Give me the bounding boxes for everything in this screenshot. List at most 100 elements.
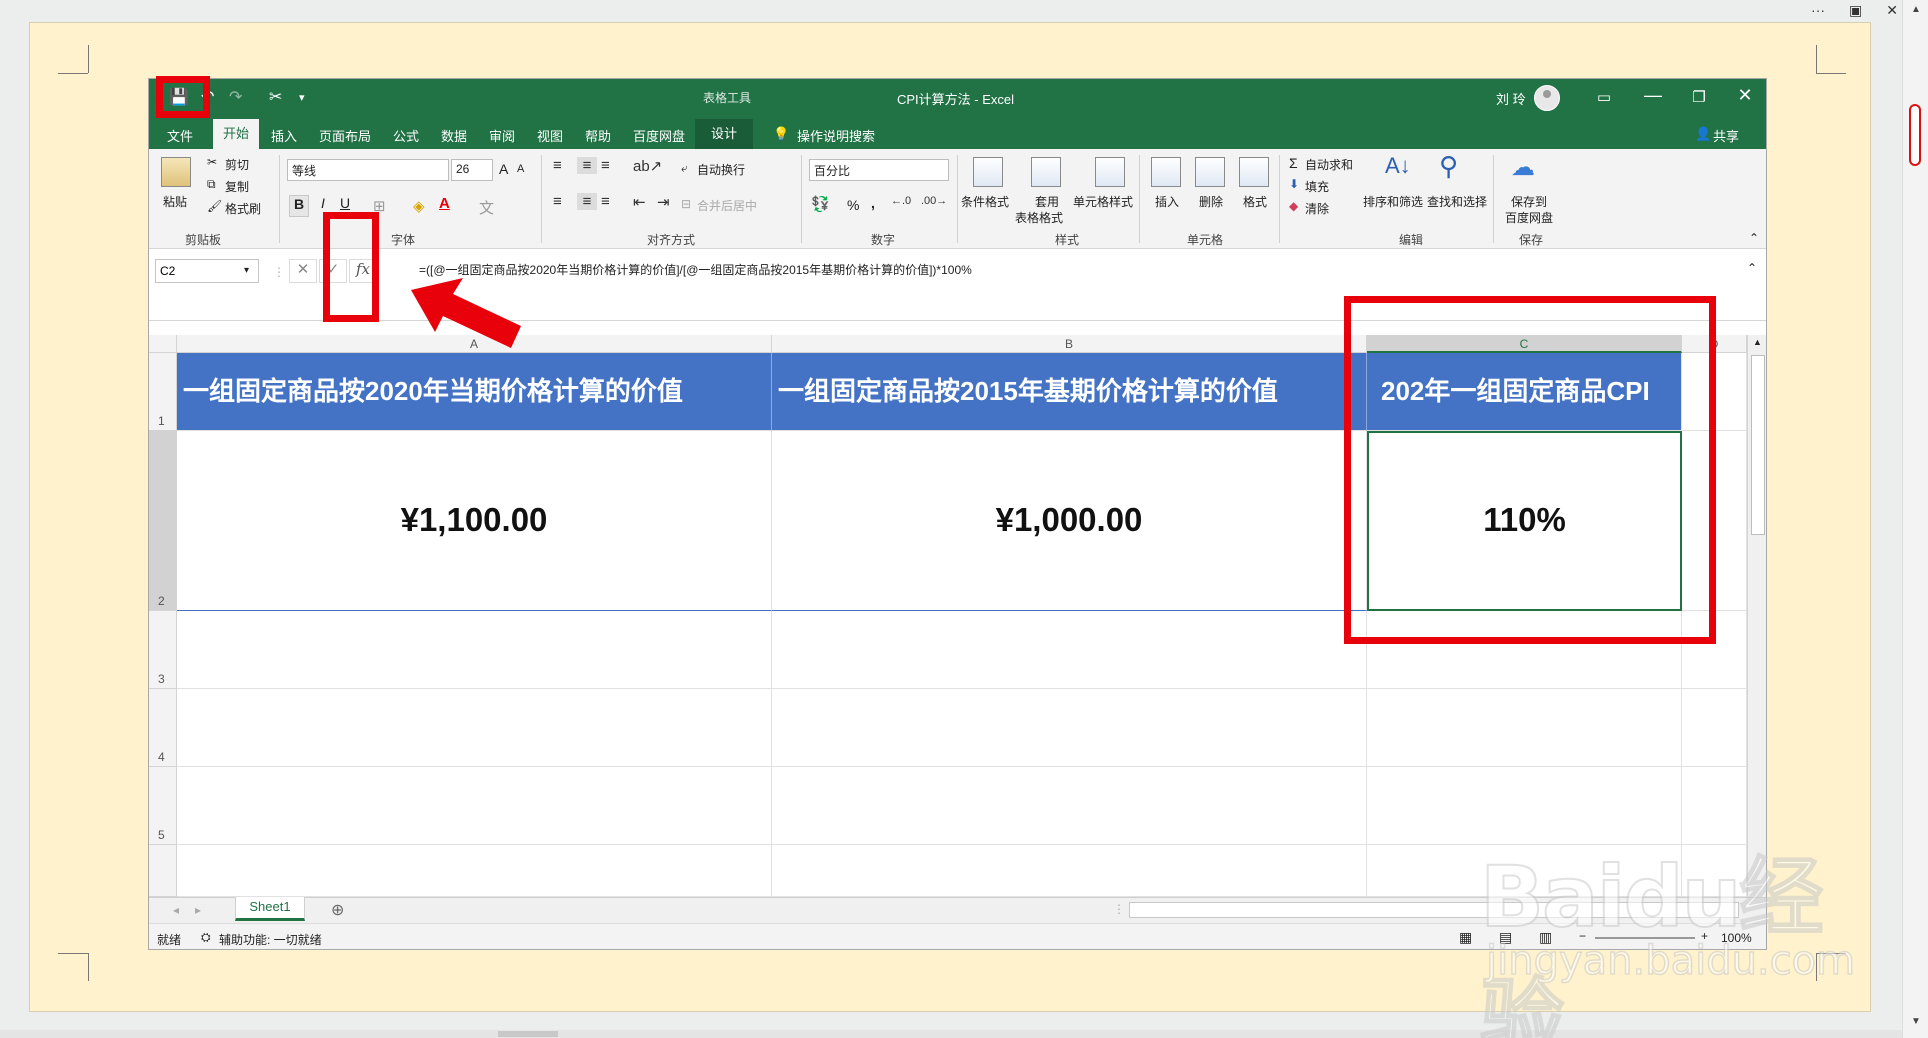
copy-button[interactable]: 复制	[225, 178, 249, 195]
name-box-dropdown-icon[interactable]: ▾	[244, 265, 249, 276]
font-size-select[interactable]: 26	[451, 159, 493, 181]
format-cells-icon[interactable]	[1239, 157, 1269, 187]
ribbon-display-icon[interactable]: ▭	[1584, 88, 1624, 106]
share-button[interactable]: 共享	[1713, 126, 1739, 145]
maximize-icon[interactable]: ❐	[1679, 88, 1719, 106]
delete-cells-button[interactable]: 删除	[1199, 193, 1223, 210]
formula-bar-collapse-icon[interactable]: ⌃	[1747, 261, 1757, 275]
table-format-label-1[interactable]: 套用	[1035, 193, 1059, 210]
align-bottom-icon[interactable]: ≡	[601, 157, 610, 174]
cut-button[interactable]: 剪切	[225, 156, 249, 173]
prev-sheet-icon[interactable]: ◂	[173, 903, 179, 917]
tab-insert[interactable]: 插入	[271, 126, 297, 145]
fill-button[interactable]: 填充	[1305, 178, 1329, 195]
hscroll-thumb[interactable]	[498, 1031, 558, 1037]
baidu-disk-icon[interactable]: ☁	[1511, 153, 1535, 182]
sheet-vertical-scrollbar[interactable]: ▲	[1747, 335, 1766, 897]
column-header-b[interactable]: B	[772, 335, 1367, 353]
user-name[interactable]: 刘 玲	[1496, 89, 1526, 108]
autosum-button[interactable]: 自动求和	[1305, 156, 1353, 173]
tab-data[interactable]: 数据	[441, 126, 467, 145]
delete-cells-icon[interactable]	[1195, 157, 1225, 187]
tell-me-search[interactable]: 操作说明搜索	[797, 126, 875, 145]
add-sheet-icon[interactable]: ⊕	[331, 900, 344, 920]
row-header-5[interactable]: 5	[149, 767, 177, 845]
row-header-4[interactable]: 4	[149, 689, 177, 767]
collapse-ribbon-icon[interactable]: ⌃	[1749, 231, 1759, 245]
tab-help[interactable]: 帮助	[585, 126, 611, 145]
merge-center-button[interactable]: 合并后居中	[697, 197, 757, 214]
indent-decrease-icon[interactable]: ⇤	[633, 193, 646, 211]
sheet-tab-sheet1[interactable]: Sheet1	[235, 897, 305, 921]
merge-icon[interactable]: ⊟	[681, 197, 691, 211]
cell-empty[interactable]	[772, 767, 1367, 845]
copy-icon[interactable]: ⧉	[207, 177, 216, 192]
cell-empty[interactable]	[177, 767, 772, 845]
fill-icon[interactable]: ⬇	[1289, 177, 1299, 191]
conditional-format-button[interactable]: 条件格式	[961, 193, 1009, 210]
tab-baidu-disk[interactable]: 百度网盘	[633, 126, 685, 145]
bold-button[interactable]: B	[289, 195, 309, 217]
normal-view-icon[interactable]: ▦	[1459, 929, 1472, 946]
cell-styles-button[interactable]: 单元格样式	[1073, 193, 1133, 210]
table-format-label-2[interactable]: 表格格式	[1015, 209, 1063, 226]
insert-cells-button[interactable]: 插入	[1155, 193, 1179, 210]
format-painter-icon[interactable]: 🖌	[207, 199, 222, 213]
cell-empty[interactable]	[1682, 689, 1747, 767]
tab-formulas[interactable]: 公式	[393, 126, 419, 145]
autosum-icon[interactable]: Σ	[1289, 155, 1298, 171]
cut-icon[interactable]: ✂	[207, 155, 217, 169]
scroll-up-icon[interactable]: ▲	[1911, 4, 1921, 15]
font-shrink-button[interactable]: A	[517, 163, 524, 175]
comma-button[interactable]: ,	[871, 195, 875, 211]
close-window-icon[interactable]: ✕	[1725, 85, 1765, 106]
fill-color-icon[interactable]: ◈	[413, 197, 425, 215]
tab-view[interactable]: 视图	[537, 126, 563, 145]
clear-button[interactable]: 清除	[1305, 200, 1329, 217]
find-select-button[interactable]: 查找和选择	[1427, 193, 1487, 210]
minimize-icon[interactable]: —	[1633, 85, 1673, 106]
font-color-icon[interactable]: A	[439, 195, 450, 212]
document-scrollbar[interactable]: ▲ ▼	[1902, 0, 1928, 1038]
user-avatar[interactable]	[1534, 85, 1560, 111]
currency-icon[interactable]: 💱	[811, 195, 830, 213]
row-header-2[interactable]: 2	[149, 431, 177, 611]
number-format-select[interactable]: 百分比	[809, 159, 949, 181]
cell-empty[interactable]	[772, 689, 1367, 767]
table-format-icon[interactable]	[1031, 157, 1061, 187]
paste-icon[interactable]	[161, 157, 191, 187]
sort-filter-icon[interactable]: A↓	[1385, 153, 1411, 179]
tab-page-layout[interactable]: 页面布局	[319, 126, 371, 145]
find-icon[interactable]: ⚲	[1439, 151, 1458, 182]
font-grow-button[interactable]: A	[499, 161, 508, 177]
sheet-scroll-thumb[interactable]	[1751, 355, 1765, 535]
row-header-6[interactable]	[149, 845, 177, 897]
close-icon[interactable]: ✕	[1886, 2, 1898, 19]
save-to-label-1[interactable]: 保存到	[1511, 193, 1547, 210]
tab-review[interactable]: 审阅	[489, 126, 515, 145]
insert-cells-icon[interactable]	[1151, 157, 1181, 187]
percent-button[interactable]: %	[847, 197, 859, 213]
sort-filter-button[interactable]: 排序和筛选	[1363, 193, 1423, 210]
indent-increase-icon[interactable]: ⇥	[657, 193, 670, 211]
cancel-icon[interactable]: ✕	[289, 259, 317, 283]
cell-empty[interactable]	[177, 611, 772, 689]
redo-icon[interactable]: ↷	[229, 87, 242, 107]
next-sheet-icon[interactable]: ▸	[195, 903, 201, 917]
align-left-icon[interactable]: ≡	[553, 193, 562, 210]
row-header-1[interactable]: 1	[149, 353, 177, 431]
cell-empty[interactable]	[1367, 689, 1682, 767]
cell-empty[interactable]	[772, 611, 1367, 689]
cell-empty[interactable]	[772, 845, 1367, 897]
restore-icon[interactable]: ▣	[1849, 2, 1862, 19]
increase-decimal-icon[interactable]: ←.0	[891, 195, 911, 207]
tab-file[interactable]: 文件	[167, 126, 193, 145]
conditional-format-icon[interactable]	[973, 157, 1003, 187]
align-top-icon[interactable]: ≡	[553, 157, 562, 174]
cell-a1[interactable]: 一组固定商品按2020年当期价格计算的价值	[177, 353, 772, 431]
decrease-decimal-icon[interactable]: .00→	[921, 195, 947, 207]
format-cells-button[interactable]: 格式	[1243, 193, 1267, 210]
accessibility-status[interactable]: 辅助功能: 一切就绪	[219, 931, 322, 948]
cell-empty[interactable]	[177, 845, 772, 897]
clear-icon[interactable]: ◆	[1289, 199, 1298, 213]
